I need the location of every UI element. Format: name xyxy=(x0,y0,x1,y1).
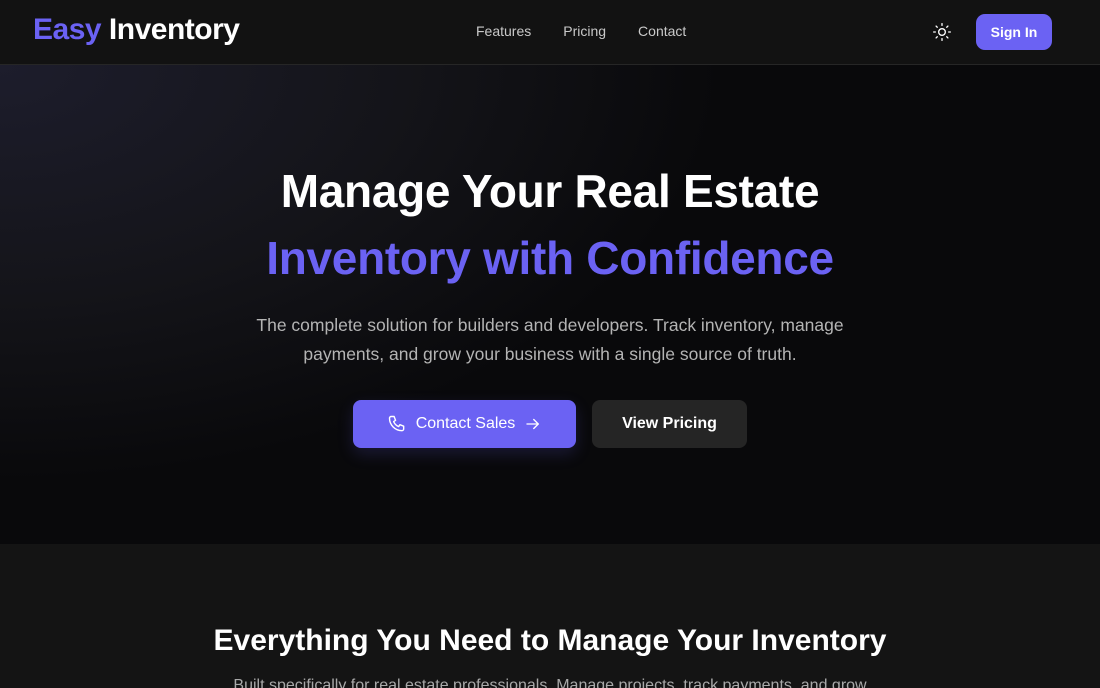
main-nav: Features Pricing Contact xyxy=(476,23,686,39)
hero-subtitle-line2: payments, and grow your business with a … xyxy=(303,344,797,364)
view-pricing-button[interactable]: View Pricing xyxy=(592,400,747,448)
hero-subtitle-line1: The complete solution for builders and d… xyxy=(256,315,844,335)
logo-accent-text: Easy xyxy=(33,13,102,46)
hero-subtitle: The complete solution for builders and d… xyxy=(0,311,1100,369)
nav-link-contact[interactable]: Contact xyxy=(638,23,686,39)
features-subtitle: Built specifically for real estate profe… xyxy=(233,677,867,688)
phone-icon xyxy=(387,414,407,434)
sun-icon xyxy=(933,23,951,41)
hero-section: Manage Your Real Estate Inventory with C… xyxy=(0,65,1100,544)
top-navbar: Easy Inventory Features Pricing Contact … xyxy=(0,0,1100,65)
brand-logo[interactable]: Easy Inventory xyxy=(33,13,240,47)
arrow-right-icon xyxy=(524,415,542,433)
theme-toggle-button[interactable] xyxy=(930,20,954,44)
contact-sales-label: Contact Sales xyxy=(415,415,516,432)
logo-rest-text: Inventory xyxy=(101,13,240,46)
hero-title-line1: Manage Your Real Estate xyxy=(280,165,820,217)
contact-sales-button[interactable]: Contact Sales xyxy=(353,400,576,448)
nav-link-pricing[interactable]: Pricing xyxy=(563,23,606,39)
hero-title-line2: Inventory with Confidence xyxy=(266,232,834,284)
features-title: Everything You Need to Manage Your Inven… xyxy=(213,624,887,657)
features-section: Everything You Need to Manage Your Inven… xyxy=(0,544,1100,688)
nav-link-features[interactable]: Features xyxy=(476,23,531,39)
logo-rest-word: Inventory xyxy=(108,13,240,46)
sign-in-button[interactable]: Sign In xyxy=(976,14,1052,50)
